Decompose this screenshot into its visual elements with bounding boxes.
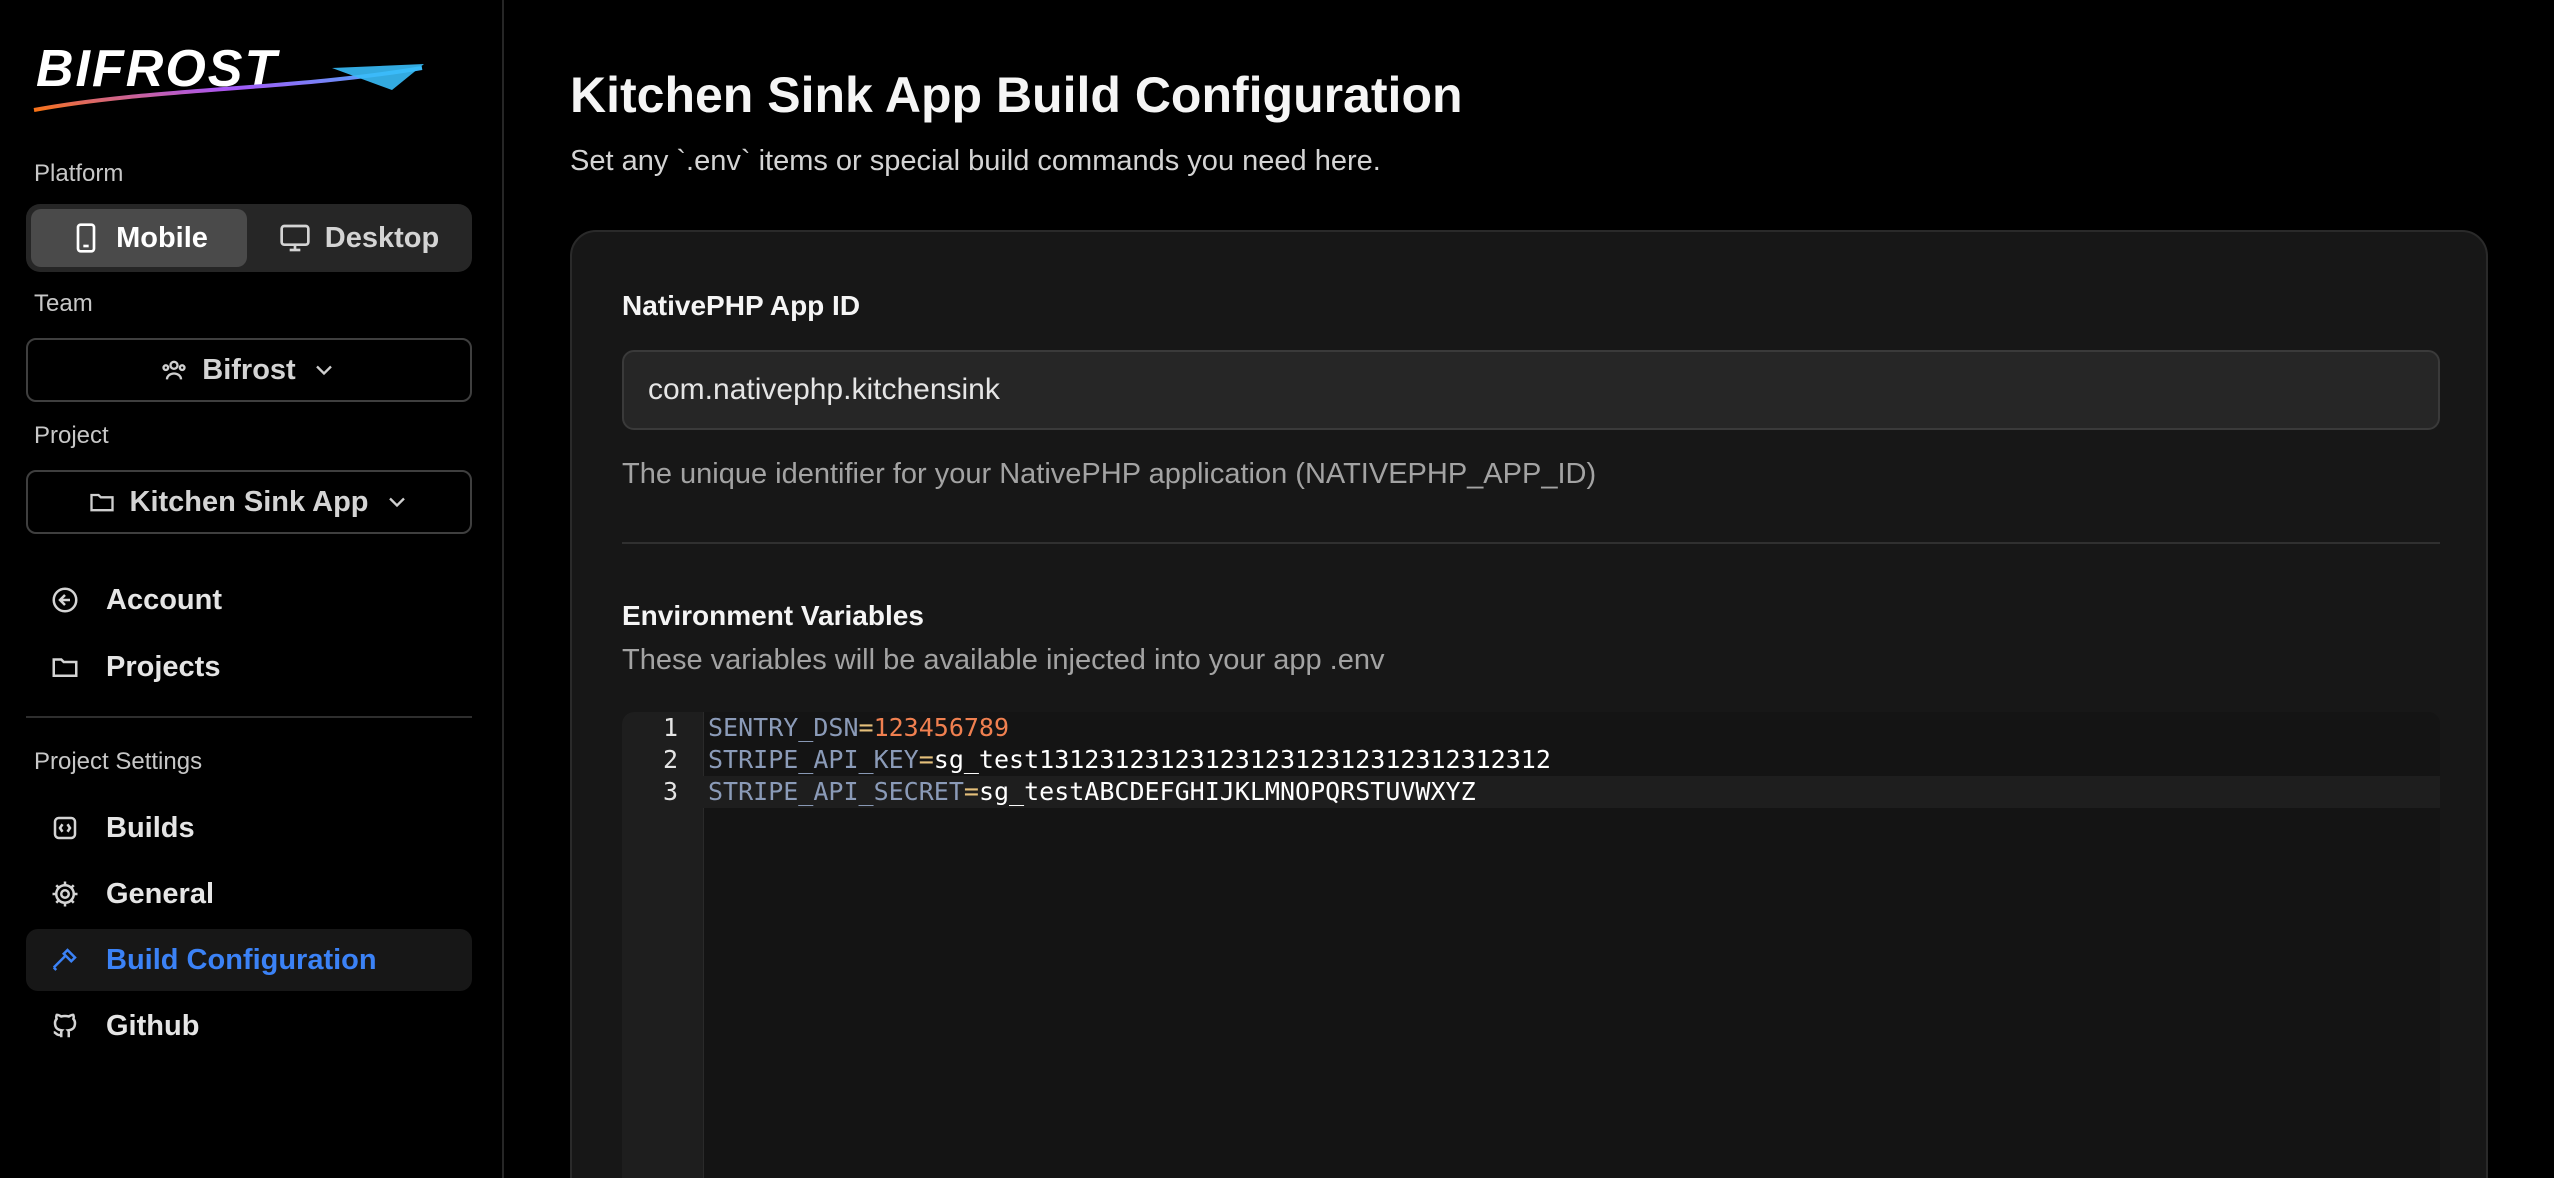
nav-builds[interactable]: Builds (26, 797, 472, 859)
editor-line: 2 STRIPE_API_KEY=sg_test1312312312312312… (622, 744, 2440, 776)
nav-general[interactable]: General (26, 863, 472, 925)
code-file-icon (53, 816, 77, 840)
gear-icon (52, 881, 78, 907)
platform-label: Platform (34, 160, 124, 187)
team-select-value: Bifrost (202, 353, 296, 386)
line-number: 2 (662, 745, 678, 774)
project-select-value: Kitchen Sink App (129, 485, 369, 518)
team-select[interactable]: Bifrost (26, 338, 472, 402)
platform-desktop-button[interactable]: Desktop (251, 209, 467, 267)
editor-line: 1 SENTRY_DSN=123456789 (622, 712, 2440, 744)
app-id-label: NativePHP App ID (622, 290, 861, 321)
chevron-down-icon (315, 365, 332, 376)
team-label: Team (34, 290, 93, 317)
platform-desktop-label: Desktop (324, 221, 440, 254)
line-number: 1 (662, 713, 678, 742)
project-settings-label: Project Settings (34, 748, 203, 775)
nav-projects-label: Projects (106, 650, 221, 683)
build-config-card: NativePHP App ID The unique identifier f… (570, 230, 2488, 1178)
sidebar-divider (26, 716, 472, 718)
arrow-left-circle-icon (52, 587, 78, 613)
env-vars-help: These variables will be available inject… (622, 644, 1385, 676)
line-number: 3 (662, 777, 678, 806)
page-subtitle: Set any `.env` items or special build co… (570, 145, 1381, 177)
project-select[interactable]: Kitchen Sink App (26, 470, 472, 534)
platform-switch: Mobile Desktop (26, 204, 472, 272)
chevron-down-icon (388, 497, 405, 508)
env-vars-label: Environment Variables (622, 600, 924, 631)
platform-mobile-button[interactable]: Mobile (31, 209, 247, 267)
nav-builds-label: Builds (106, 811, 195, 844)
hammer-icon (52, 948, 77, 971)
env-value: sg_testABCDEFGHIJKLMNOPQRSTUVWXYZ (978, 777, 1476, 806)
card-divider (622, 542, 2440, 544)
platform-mobile-label: Mobile (116, 221, 208, 254)
env-value: sg_test131231231231231231231231231231231… (933, 745, 1551, 774)
app-id-help: The unique identifier for your NativePHP… (622, 458, 1597, 490)
app-id-input[interactable] (622, 350, 2440, 430)
github-icon (53, 1013, 77, 1038)
nav-account[interactable]: Account (26, 569, 472, 631)
editor-line-current: 3 STRIPE_API_SECRET=sg_testABCDEFGHIJKLM… (622, 776, 2440, 808)
env-key: SENTRY_DSN (708, 713, 859, 742)
env-value: 123456789 (873, 713, 1010, 742)
main-content: Kitchen Sink App Build Configuration Set… (570, 0, 2494, 1178)
nav-github-label: Github (106, 1009, 200, 1042)
env-key: STRIPE_API_SECRET (708, 777, 964, 806)
project-label: Project (34, 422, 109, 449)
nav-github[interactable]: Github (26, 995, 472, 1057)
nav-build-configuration[interactable]: Build Configuration (26, 929, 472, 991)
env-equals: = (858, 713, 874, 742)
nav-build-configuration-label: Build Configuration (106, 943, 377, 976)
nav-general-label: General (106, 877, 214, 910)
env-equals: = (963, 777, 979, 806)
folder-icon (89, 493, 114, 512)
env-editor[interactable]: 1 SENTRY_DSN=123456789 2 STRIPE_API_KEY=… (622, 712, 2440, 1178)
sidebar: BIFROST Platform Mobile Desktop Team Bif… (0, 0, 504, 1178)
nav-account-label: Account (106, 583, 222, 616)
env-key: STRIPE_API_KEY (708, 745, 919, 774)
nav-projects[interactable]: Projects (26, 636, 472, 698)
folder-icon (52, 658, 78, 677)
bifrost-logo[interactable]: BIFROST (32, 38, 428, 114)
phone-icon (76, 223, 96, 253)
monitor-icon (280, 224, 310, 252)
env-equals: = (918, 745, 934, 774)
page-title: Kitchen Sink App Build Configuration (570, 67, 1463, 123)
users-icon (162, 360, 186, 380)
